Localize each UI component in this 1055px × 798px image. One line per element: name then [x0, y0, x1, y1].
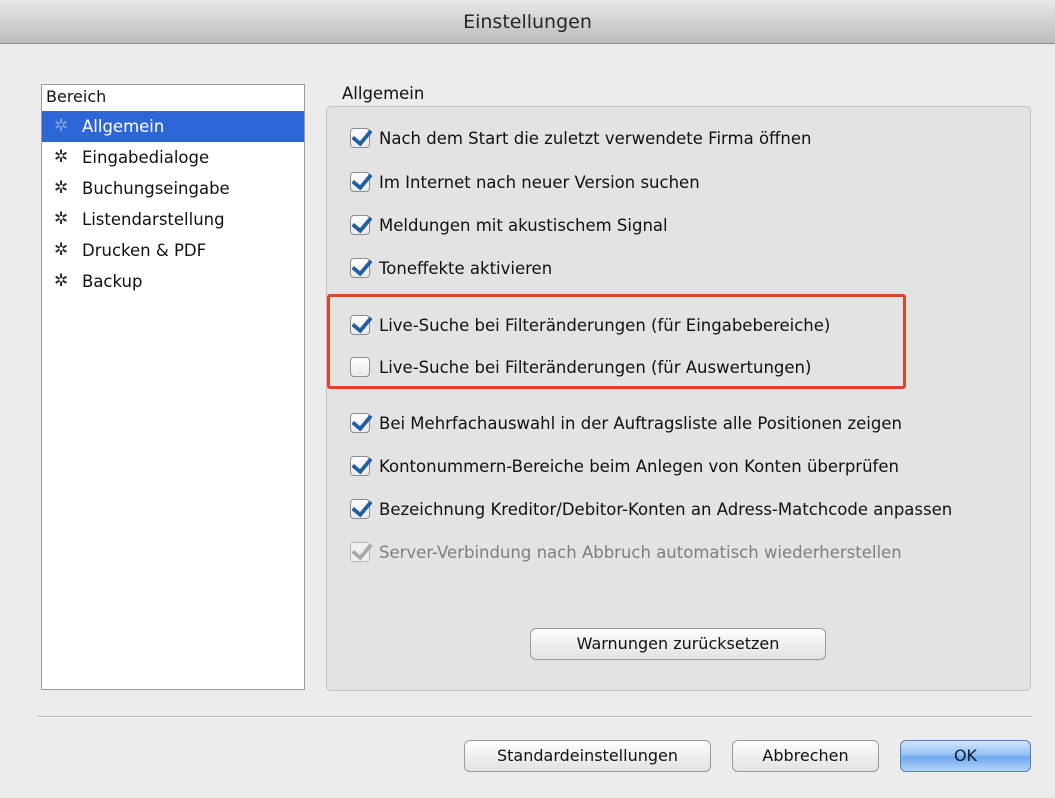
checkbox: [350, 542, 370, 562]
option-open-last-company[interactable]: Nach dem Start die zuletzt verwendete Fi…: [350, 125, 812, 151]
sidebar-item-label: Backup: [82, 272, 143, 291]
gear-icon: ✲: [54, 209, 69, 229]
option-check-for-updates[interactable]: Im Internet nach neuer Version suchen: [350, 169, 700, 195]
sidebar-item-listendarstellung[interactable]: ✲ Listendarstellung: [42, 204, 304, 235]
group-title: Allgemein: [342, 84, 425, 103]
checkbox[interactable]: [350, 499, 370, 519]
checkbox[interactable]: [350, 258, 370, 278]
option-server-reconnect: Server-Verbindung nach Abbruch automatis…: [350, 539, 902, 565]
sidebar-item-backup[interactable]: ✲ Backup: [42, 266, 304, 297]
option-label: Bezeichnung Kreditor/Debitor-Konten an A…: [379, 499, 953, 519]
sidebar-item-label: Drucken & PDF: [82, 241, 207, 260]
ok-button[interactable]: OK: [900, 740, 1031, 772]
category-sidebar: Bereich ✲ Allgemein ✲ Eingabedialoge ✲ B…: [41, 84, 305, 690]
sidebar-item-eingabedialoge[interactable]: ✲ Eingabedialoge: [42, 142, 304, 173]
option-label: Toneffekte aktivieren: [379, 258, 553, 278]
option-account-range-check[interactable]: Kontonummern-Bereiche beim Anlegen von K…: [350, 453, 899, 479]
option-label: Bei Mehrfachauswahl in der Auftragsliste…: [379, 413, 902, 433]
sidebar-item-drucken-pdf[interactable]: ✲ Drucken & PDF: [42, 235, 304, 266]
option-label: Nach dem Start die zuletzt verwendete Fi…: [379, 128, 812, 148]
checkbox[interactable]: [350, 456, 370, 476]
sidebar-list: ✲ Allgemein ✲ Eingabedialoge ✲ Buchungse…: [42, 111, 304, 297]
option-label: Kontonummern-Bereiche beim Anlegen von K…: [379, 456, 899, 476]
option-label: Server-Verbindung nach Abbruch automatis…: [379, 542, 902, 562]
footer-divider: [38, 716, 1032, 718]
reset-warnings-button[interactable]: Warnungen zurücksetzen: [530, 628, 826, 660]
gear-icon: ✲: [54, 240, 69, 260]
option-matchcode-adjust[interactable]: Bezeichnung Kreditor/Debitor-Konten an A…: [350, 496, 952, 522]
annotation-highlight: [327, 294, 906, 389]
sidebar-item-buchungseingabe[interactable]: ✲ Buchungseingabe: [42, 173, 304, 204]
gear-icon: ✲: [54, 271, 69, 291]
preferences-window: Einstellungen Bereich ✲ Allgemein ✲ Eing…: [0, 0, 1055, 798]
window-title: Einstellungen: [463, 11, 592, 33]
option-label: Im Internet nach neuer Version suchen: [379, 172, 700, 192]
checkbox[interactable]: [350, 172, 370, 192]
gear-icon: ✲: [54, 147, 69, 167]
cancel-button[interactable]: Abbrechen: [732, 740, 879, 772]
gear-icon: ✲: [54, 116, 69, 136]
option-multi-select-positions[interactable]: Bei Mehrfachauswahl in der Auftragsliste…: [350, 410, 902, 436]
sidebar-item-allgemein[interactable]: ✲ Allgemein: [42, 111, 304, 142]
sidebar-item-label: Eingabedialoge: [82, 148, 210, 167]
defaults-button[interactable]: Standardeinstellungen: [464, 740, 711, 772]
checkbox[interactable]: [350, 128, 370, 148]
checkbox[interactable]: [350, 215, 370, 235]
sidebar-header: Bereich: [46, 87, 107, 106]
checkbox[interactable]: [350, 413, 370, 433]
sidebar-item-label: Buchungseingabe: [82, 179, 230, 198]
title-bar[interactable]: Einstellungen: [0, 0, 1055, 44]
option-label: Meldungen mit akustischem Signal: [379, 215, 668, 235]
sidebar-item-label: Allgemein: [82, 117, 165, 136]
gear-icon: ✲: [54, 178, 69, 198]
sidebar-item-label: Listendarstellung: [82, 210, 225, 229]
option-acoustic-signal[interactable]: Meldungen mit akustischem Signal: [350, 212, 668, 238]
option-sound-effects[interactable]: Toneffekte aktivieren: [350, 255, 552, 281]
